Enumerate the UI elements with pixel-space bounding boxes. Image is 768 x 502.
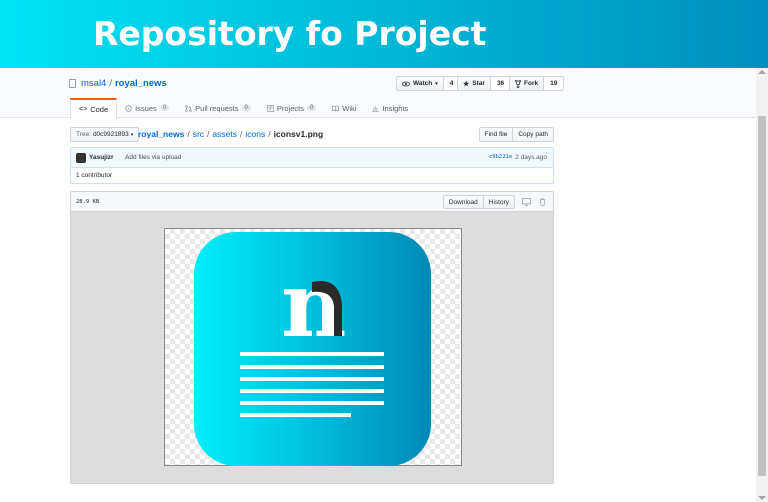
chevron-down-icon: ▾ (435, 80, 438, 87)
fork-label: Fork (524, 80, 539, 87)
scroll-down-icon[interactable] (758, 496, 766, 500)
news-logo-icon: n (240, 252, 384, 417)
history-button[interactable]: History (483, 195, 515, 209)
file-navigation: Tree: d0c9921893 ▾ royal_news / src / as… (70, 127, 554, 142)
tree-prefix: Tree: (76, 131, 91, 138)
fork-button[interactable]: Fork (509, 76, 545, 91)
star-action: ★ Star 36 (457, 76, 512, 91)
file-size: 28.9 KB (76, 199, 100, 205)
commit-author[interactable]: Yasujizr (89, 154, 114, 161)
contributors-bar: 1 contributor (70, 168, 554, 184)
tab-projects[interactable]: Projects 0 (259, 98, 324, 118)
tab-label: Code (90, 105, 109, 114)
banner: Repository fo Project (0, 0, 768, 68)
breadcrumb-current-file: iconsv1.png (273, 129, 324, 139)
project-icon (266, 104, 274, 112)
chevron-down-icon: ▾ (130, 131, 134, 138)
find-file-button[interactable]: Find file (478, 127, 514, 142)
tab-label: Issues (135, 103, 157, 113)
file-actions: Download History (442, 195, 547, 209)
tab-wiki[interactable]: Wiki (324, 98, 364, 118)
commit-meta: c9b221e 2 days ago (489, 154, 547, 161)
branch-select-button[interactable]: Tree: d0c9921893 ▾ (70, 127, 140, 142)
breadcrumb-separator: / (207, 129, 210, 139)
scroll-thumb[interactable] (758, 116, 766, 476)
contributors-count[interactable]: 1 contributor (76, 172, 112, 179)
file-viewer: 28.9 KB Download History n (70, 191, 554, 484)
tab-issues[interactable]: Issues 0 (117, 98, 177, 118)
file-header: 28.9 KB Download History (71, 192, 553, 212)
copy-path-button[interactable]: Copy path (513, 127, 554, 142)
repo-path: msal4 / royal_news (69, 78, 167, 89)
breadcrumb-link[interactable]: src (193, 129, 204, 139)
fork-count[interactable]: 19 (544, 76, 565, 91)
breadcrumb-link[interactable]: royal_news (138, 129, 184, 139)
tab-label: Projects (276, 103, 304, 113)
tree-value: d0c9921893 (92, 131, 129, 138)
fork-action: Fork 19 (509, 76, 565, 91)
tab-count-badge: 0 (241, 105, 251, 111)
breadcrumb-separator: / (268, 129, 271, 139)
tab-code[interactable]: <> Code (70, 98, 118, 119)
file-button-group: Download History (442, 195, 515, 209)
trash-icon[interactable] (537, 197, 547, 207)
repo-icon (69, 79, 76, 88)
code-icon: <> (79, 106, 88, 113)
image-preview: n (164, 228, 462, 466)
commit-tease: Yasujizr Add files via upload c9b221e 2 … (70, 147, 554, 168)
breadcrumb-separator: / (239, 129, 243, 139)
tab-label: Insights (382, 103, 409, 113)
commit-sha[interactable]: c9b221e (489, 154, 512, 161)
breadcrumb: royal_news / src / assets / icons / icon… (138, 129, 323, 139)
breadcrumb-separator: / (187, 129, 190, 139)
banner-title: Repository fo Project (93, 14, 487, 53)
issue-icon (125, 104, 132, 112)
tab-insights[interactable]: Insights (364, 98, 416, 118)
tab-pull-requests[interactable]: Pull requests 0 (177, 98, 259, 118)
star-label: Star (472, 80, 485, 87)
app-icon-image: n (194, 232, 431, 466)
tab-count-badge: 0 (159, 105, 170, 111)
image-preview-area: n (71, 212, 553, 483)
star-button[interactable]: ★ Star (457, 76, 491, 91)
book-icon (332, 105, 340, 111)
repo-nav: <> Code Issues 0 Pull requests 0 Project… (70, 98, 416, 119)
repo-header: msal4 / royal_news Watch ▾ 4 ★ Star 36 F… (0, 68, 756, 119)
eye-icon (402, 81, 410, 86)
repo-path-separator: / (109, 78, 112, 89)
breadcrumb-link[interactable]: icons (245, 129, 265, 139)
graph-icon (372, 105, 380, 112)
avatar[interactable] (76, 153, 86, 163)
breadcrumb-link[interactable]: assets (212, 129, 237, 139)
repo-owner-link[interactable]: msal4 (81, 78, 106, 89)
repo-name-link[interactable]: royal_news (115, 78, 167, 89)
download-button[interactable]: Download (442, 195, 484, 209)
tab-label: Pull requests (195, 103, 239, 113)
watch-action: Watch ▾ 4 (396, 76, 461, 91)
watch-label: Watch (413, 80, 433, 87)
commit-message[interactable]: Add files via upload (125, 154, 181, 161)
fork-icon (515, 79, 521, 88)
file-buttons: Find file Copy path (478, 127, 554, 142)
desktop-icon[interactable] (521, 197, 531, 207)
star-icon: ★ (463, 80, 470, 88)
commit-time: 2 days ago (515, 154, 547, 161)
pull-request-icon (185, 104, 193, 112)
tab-count-badge: 0 (306, 105, 317, 111)
watch-button[interactable]: Watch ▾ (396, 76, 444, 91)
scroll-up-icon[interactable] (758, 70, 766, 74)
page-scrollbar[interactable] (756, 68, 768, 502)
tab-label: Wiki (342, 103, 357, 113)
